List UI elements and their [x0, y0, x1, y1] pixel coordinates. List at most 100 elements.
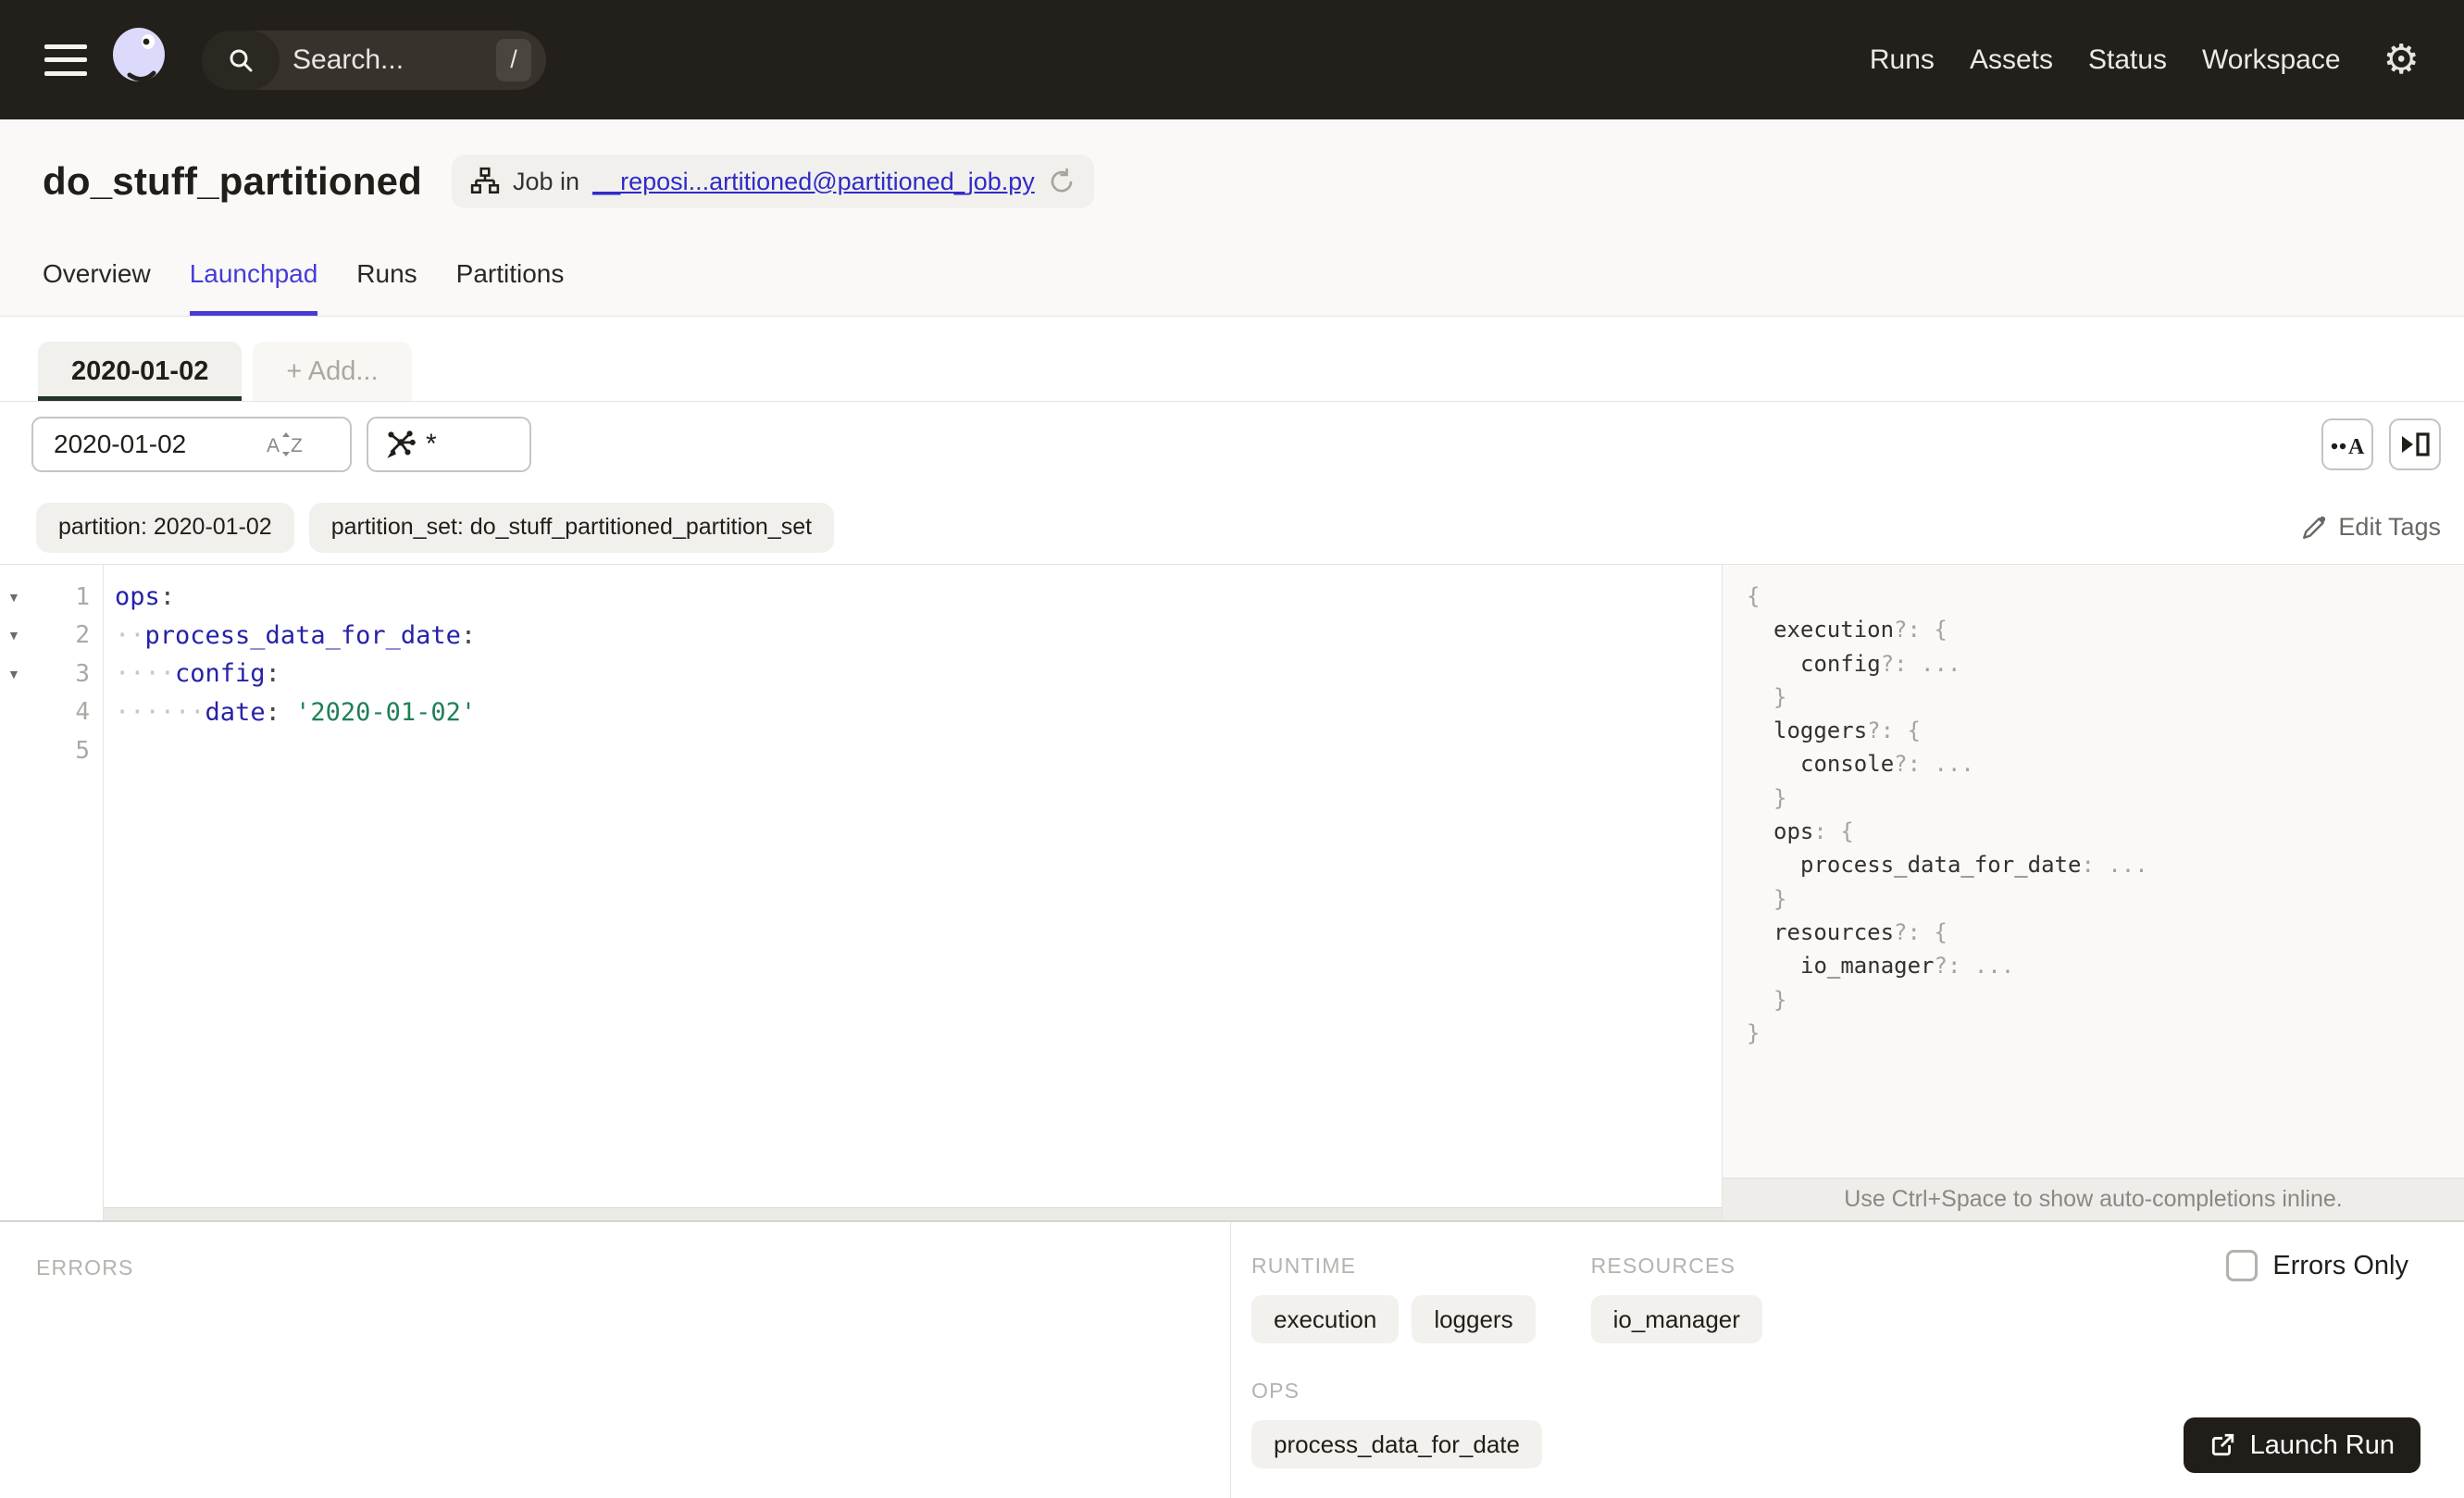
launchpad-controls: A Z — [0, 402, 2464, 491]
job-header: do_stuff_partitioned Job in __reposi...a… — [0, 119, 2464, 317]
schema-key: resources — [1773, 918, 1895, 945]
reload-icon[interactable] — [1048, 168, 1076, 195]
section-label: RUNTIME — [1251, 1254, 1357, 1278]
edit-tags-button[interactable]: Edit Tags — [2301, 513, 2441, 542]
op-graph-icon — [387, 431, 416, 458]
autocomplete-hint: Use Ctrl+Space to show auto-completions … — [1723, 1178, 2464, 1220]
sort-alpha-icon[interactable]: A Z — [265, 430, 307, 459]
schema-line: } — [1747, 785, 2464, 818]
gutter-row: ▼ 3 — [0, 655, 103, 693]
schema-line: } — [1747, 886, 2464, 919]
tab-runs[interactable]: Runs — [356, 259, 417, 316]
schema-line: ops: { — [1747, 818, 2464, 852]
menu-icon[interactable] — [44, 44, 87, 76]
config-pill[interactable]: loggers — [1412, 1295, 1536, 1343]
tab-launchpad[interactable]: Launchpad — [189, 259, 318, 316]
schema-punct: : ... — [2081, 852, 2148, 879]
search-box: / — [202, 30, 546, 90]
expand-panel-button[interactable] — [2389, 418, 2441, 470]
yaml-string: '2020-01-02' — [295, 697, 477, 727]
tab-overview[interactable]: Overview — [43, 259, 151, 316]
fold-arrow-icon[interactable]: ▼ — [0, 590, 28, 605]
gear-icon[interactable]: ⚙ — [2383, 39, 2420, 81]
config-editor: ▼ 1 ▼ 2 ▼ 3 4 5 ops: ·· process_data_for_date: ···… — [0, 565, 2464, 1220]
search-shortcut-key: / — [496, 38, 531, 81]
schema-line: process_data_for_date: ... — [1747, 852, 2464, 885]
yaml-editor[interactable]: ops: ·· process_data_for_date: ···· config: ·… — [104, 565, 1722, 1220]
search-icon — [202, 30, 280, 90]
launchpad-page: / Runs Assets Status Workspace ⚙ do_stuff_p… — [0, 0, 2464, 1498]
tag-pill: partition_set: do_stuff_partitioned_part… — [308, 502, 835, 553]
schema-line: io_manager?: ... — [1747, 953, 2464, 986]
schema-line: resources?: { — [1747, 919, 2464, 953]
nav-link-status[interactable]: Status — [2088, 44, 2167, 76]
section-runtime: RUNTIME execution loggers — [1251, 1254, 1536, 1343]
schema-punct: ?: ... — [1894, 751, 1974, 778]
schema-line: { — [1747, 583, 2464, 617]
op-selection-field[interactable]: * — [367, 417, 531, 472]
search-input[interactable] — [292, 44, 468, 76]
section-pills: io_manager — [1590, 1295, 1869, 1343]
dagster-logo-icon[interactable] — [111, 27, 172, 94]
schema-punct: } — [1773, 784, 1787, 811]
code-line: ···· config: — [115, 655, 1722, 693]
errors-only-checkbox[interactable] — [2226, 1250, 2259, 1281]
schema-punct: : { — [1813, 818, 1854, 845]
gutter-row: 5 — [0, 731, 103, 770]
schema-line: execution?: { — [1747, 617, 2464, 650]
schema-key: io_manager — [1800, 953, 1935, 980]
partition-tab-add[interactable]: + Add... — [253, 342, 412, 401]
config-pill[interactable]: process_data_for_date — [1251, 1420, 1542, 1468]
yaml-ws: ···· — [115, 659, 176, 689]
pencil-icon — [2303, 516, 2326, 539]
code-line: ······ date: '2020-01-02' — [115, 693, 1722, 732]
job-repo-link[interactable]: __reposi...artitioned@partitioned_job.py — [592, 168, 1035, 196]
whitespace-icon: A — [2331, 435, 2365, 457]
schema-punct: } — [1773, 885, 1787, 912]
code-line: ·· process_data_for_date: — [115, 617, 1722, 655]
horizontal-scrollbar[interactable] — [104, 1207, 1722, 1220]
op-selection-value: * — [426, 429, 437, 459]
errors-only-label: Errors Only — [2272, 1250, 2408, 1280]
job-hierarchy-icon — [470, 167, 500, 194]
schema-line: loggers?: { — [1747, 718, 2464, 751]
nav-links: Runs Assets Status Workspace ⚙ — [1870, 39, 2464, 81]
line-number: 2 — [75, 621, 90, 650]
play-panel-icon — [2402, 432, 2430, 456]
partition-tab-selected[interactable]: 2020-01-02 — [38, 342, 243, 401]
config-pill[interactable]: io_manager — [1590, 1295, 1762, 1343]
gutter-row: ▼ 2 — [0, 617, 103, 655]
edit-tags-label: Edit Tags — [2338, 513, 2441, 541]
yaml-punct: : — [460, 620, 477, 650]
yaml-plain — [280, 698, 295, 727]
yaml-punct: : — [159, 582, 176, 612]
gutter-row: 4 — [0, 693, 103, 732]
line-number: 4 — [75, 698, 90, 727]
nav-link-runs[interactable]: Runs — [1870, 44, 1935, 76]
partition-name-field: A Z — [31, 417, 352, 472]
yaml-key: ops — [115, 582, 160, 612]
fold-arrow-icon[interactable]: ▼ — [0, 667, 28, 681]
editor-gutter: ▼ 1 ▼ 2 ▼ 3 4 5 — [0, 565, 104, 1220]
page-title: do_stuff_partitioned — [43, 159, 422, 203]
errors-only-toggle[interactable]: Errors Only — [2226, 1250, 2408, 1281]
nav-link-assets[interactable]: Assets — [1970, 44, 2053, 76]
schema-key: process_data_for_date — [1800, 852, 2082, 879]
config-pill[interactable]: execution — [1251, 1295, 1400, 1343]
launch-run-label: Launch Run — [2249, 1429, 2395, 1460]
nav-link-workspace[interactable]: Workspace — [2202, 44, 2341, 76]
errors-pane: ERRORS — [0, 1222, 1231, 1498]
tab-partitions[interactable]: Partitions — [456, 259, 565, 316]
yaml-punct: : — [265, 697, 280, 727]
section-ops: OPS process_data_for_date — [1251, 1379, 1542, 1468]
toggle-whitespace-button[interactable]: A — [2321, 418, 2373, 470]
yaml-ws: ······ — [115, 697, 205, 727]
schema-punct: } — [1773, 683, 1787, 710]
schema-line: } — [1747, 684, 2464, 718]
fold-arrow-icon[interactable]: ▼ — [0, 628, 28, 643]
schema-key: execution — [1773, 617, 1895, 643]
section-label: RESOURCES — [1590, 1254, 1736, 1278]
launch-run-button[interactable]: Launch Run — [2183, 1417, 2420, 1473]
partition-name-input[interactable] — [33, 430, 265, 459]
